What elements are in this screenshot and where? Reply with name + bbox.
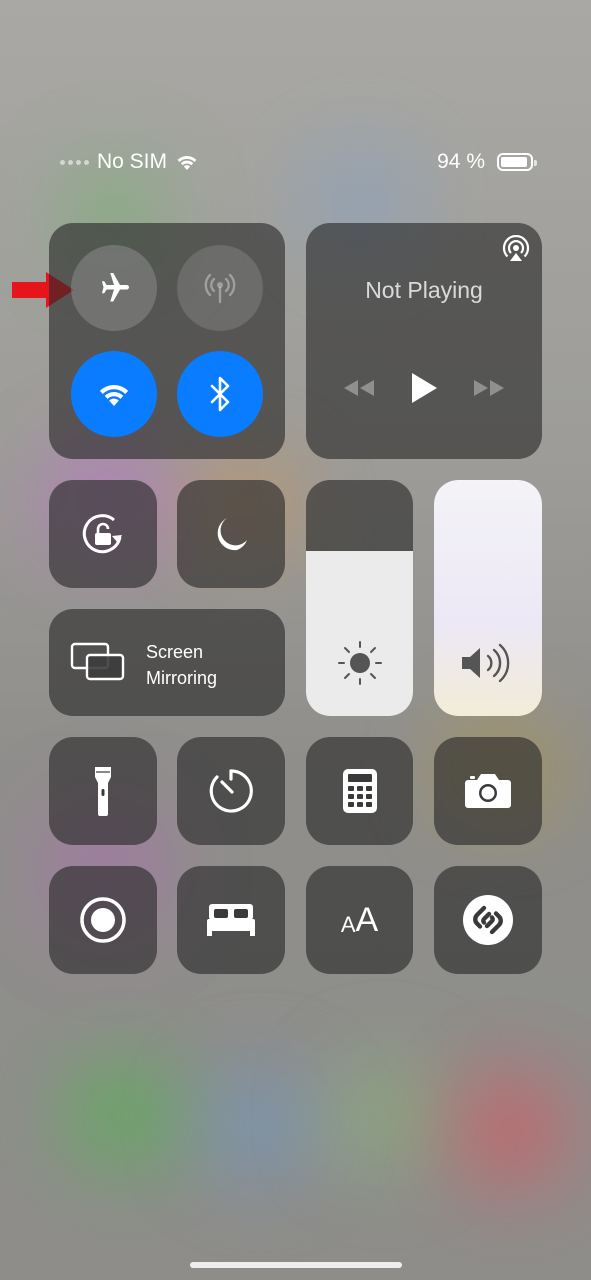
- screen-mirroring-line1: Screen: [146, 642, 204, 662]
- calculator-icon: [342, 768, 378, 814]
- airplane-mode-toggle[interactable]: [71, 245, 157, 331]
- rotation-lock-button[interactable]: [49, 480, 157, 588]
- camera-icon: [464, 772, 512, 810]
- wifi-icon: [96, 380, 132, 408]
- signal-dots-icon: [60, 159, 89, 165]
- calculator-button[interactable]: [306, 737, 413, 845]
- bluetooth-icon: [208, 375, 232, 413]
- screen-mirroring-button[interactable]: Screen Mirroring: [49, 609, 285, 716]
- airplay-icon[interactable]: [502, 235, 530, 263]
- screen-mirroring-line2: Mirroring: [146, 668, 218, 688]
- timer-icon: [207, 767, 255, 815]
- volume-slider[interactable]: [434, 480, 542, 716]
- sun-icon: [335, 640, 385, 686]
- text-size-button[interactable]: AA: [306, 866, 413, 974]
- flashlight-icon: [93, 765, 113, 817]
- carrier-label: No SIM: [97, 150, 168, 173]
- playback-controls: [306, 371, 542, 405]
- shazam-button[interactable]: [434, 866, 542, 974]
- cellular-data-toggle[interactable]: [177, 245, 263, 331]
- battery-group: 94 %: [437, 150, 537, 174]
- moon-icon: [211, 514, 251, 554]
- sleep-mode-button[interactable]: [177, 866, 285, 974]
- wifi-status-icon: [175, 153, 199, 171]
- text-size-small-a: A: [340, 912, 356, 937]
- screen-record-button[interactable]: [49, 866, 157, 974]
- flashlight-button[interactable]: [49, 737, 157, 845]
- battery-fill: [501, 157, 528, 167]
- text-size-icon: AA: [340, 901, 379, 939]
- bed-icon: [205, 902, 257, 938]
- screen-mirroring-icon: [69, 641, 127, 683]
- screen-mirroring-label: Screen Mirroring: [146, 639, 217, 691]
- camera-button[interactable]: [434, 737, 542, 845]
- home-indicator[interactable]: [190, 1262, 402, 1268]
- bluetooth-toggle[interactable]: [177, 351, 263, 437]
- shazam-icon: [462, 894, 514, 946]
- do-not-disturb-button[interactable]: [177, 480, 285, 588]
- speaker-icon: [458, 642, 518, 684]
- wifi-toggle[interactable]: [71, 351, 157, 437]
- carrier-group: No SIM: [60, 150, 199, 174]
- fast-forward-icon[interactable]: [472, 378, 506, 398]
- now-playing-module[interactable]: Not Playing: [306, 223, 542, 459]
- brightness-slider[interactable]: [306, 480, 413, 716]
- battery-percent: 94 %: [437, 150, 485, 173]
- antenna-icon: [201, 269, 239, 307]
- screen-record-icon: [78, 895, 128, 945]
- text-size-large-a: A: [355, 901, 379, 939]
- status-bar: No SIM 94 %: [0, 150, 591, 184]
- rotation-lock-icon: [76, 507, 130, 561]
- brightness-fill: [306, 550, 413, 716]
- play-icon[interactable]: [409, 371, 439, 405]
- connectivity-module: [49, 223, 285, 459]
- rewind-icon[interactable]: [342, 378, 376, 398]
- airplane-icon: [96, 270, 132, 306]
- now-playing-title: Not Playing: [365, 277, 483, 303]
- timer-button[interactable]: [177, 737, 285, 845]
- battery-icon: [497, 153, 537, 171]
